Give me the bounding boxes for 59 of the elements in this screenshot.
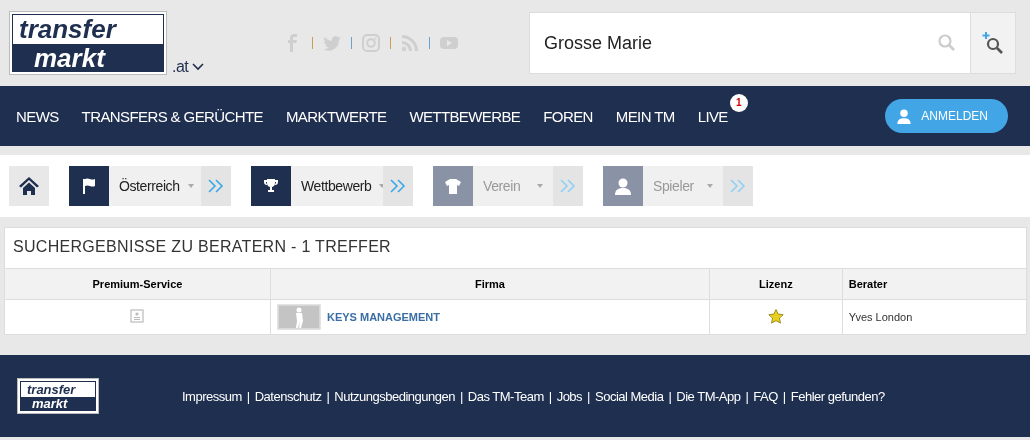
- person-icon: [615, 177, 631, 195]
- next-button[interactable]: [723, 166, 753, 206]
- column-header: Lizenz: [709, 269, 843, 300]
- footer-link[interactable]: Jobs: [556, 388, 583, 404]
- flag-icon: [82, 178, 96, 194]
- transfermarkt-logo[interactable]: transfer markt: [10, 12, 166, 74]
- footer-link[interactable]: Social Media: [595, 388, 664, 404]
- trophy-icon: [263, 178, 279, 194]
- link-separator: |: [246, 388, 250, 404]
- nav-link[interactable]: FOREN: [543, 107, 593, 125]
- next-button[interactable]: [553, 166, 583, 206]
- table-cell: Yves London: [842, 299, 1026, 334]
- caret-icon: [707, 184, 713, 188]
- footer-link[interactable]: Fehler gefunden?: [790, 388, 885, 404]
- footer-link[interactable]: Impressum: [182, 388, 242, 404]
- nav-link[interactable]: MARKTWERTE: [285, 107, 387, 125]
- next-button[interactable]: [201, 166, 231, 206]
- profile-card-icon: [130, 309, 145, 323]
- nav-link[interactable]: MEIN TM: [615, 107, 675, 125]
- person-icon: [897, 108, 912, 124]
- double-chevron-icon: [207, 179, 225, 193]
- chevron-down-icon: [192, 63, 205, 71]
- link-separator: |: [782, 388, 786, 404]
- link-separator: |: [745, 388, 749, 404]
- firm-link[interactable]: KEYS MANAGEMENT: [326, 311, 440, 323]
- footer-link[interactable]: Datenschutz: [254, 388, 322, 404]
- link-separator: |: [459, 388, 463, 404]
- link-separator: |: [548, 388, 552, 404]
- notification-badge: 1: [729, 93, 748, 112]
- nav-link[interactable]: WETTBEWERBE: [409, 107, 521, 125]
- double-chevron-icon: [559, 179, 577, 193]
- breadcrumb-dropdown[interactable]: Wettbewerb: [291, 166, 383, 206]
- transfermarkt-logo[interactable]: transfer markt: [18, 379, 98, 413]
- footer-link[interactable]: Nutzungsbedingungen: [334, 388, 455, 404]
- double-chevron-icon: [729, 179, 747, 193]
- twitter-icon[interactable]: [323, 34, 342, 52]
- breadcrumb-dropdown[interactable]: Österreich: [109, 166, 201, 206]
- home-icon: [19, 177, 39, 195]
- nav-link[interactable]: NEWS: [16, 107, 59, 125]
- nav-link[interactable]: TRANSFERS & GERÜCHTE: [81, 107, 263, 125]
- instagram-icon[interactable]: [362, 34, 381, 52]
- shirt-icon: [444, 178, 462, 194]
- column-header: Firma: [270, 269, 710, 300]
- home-button[interactable]: [9, 166, 49, 206]
- link-separator: |: [668, 388, 672, 404]
- column-header: Berater: [842, 269, 1026, 300]
- domain-selector[interactable]: .at: [172, 58, 205, 76]
- caret-icon: [537, 184, 543, 188]
- caret-icon: [187, 184, 194, 188]
- column-header: Premium-Service: [5, 269, 271, 300]
- rss-icon[interactable]: [401, 34, 420, 52]
- youtube-icon[interactable]: [440, 34, 459, 52]
- next-button[interactable]: [383, 166, 413, 206]
- double-chevron-icon: [389, 179, 407, 193]
- footer-link[interactable]: Die TM-App: [676, 388, 741, 404]
- link-separator: |: [587, 388, 590, 404]
- link-separator: |: [326, 388, 330, 404]
- footer-link[interactable]: Das TM-Team: [467, 388, 544, 404]
- footer-link[interactable]: FAQ: [753, 388, 778, 404]
